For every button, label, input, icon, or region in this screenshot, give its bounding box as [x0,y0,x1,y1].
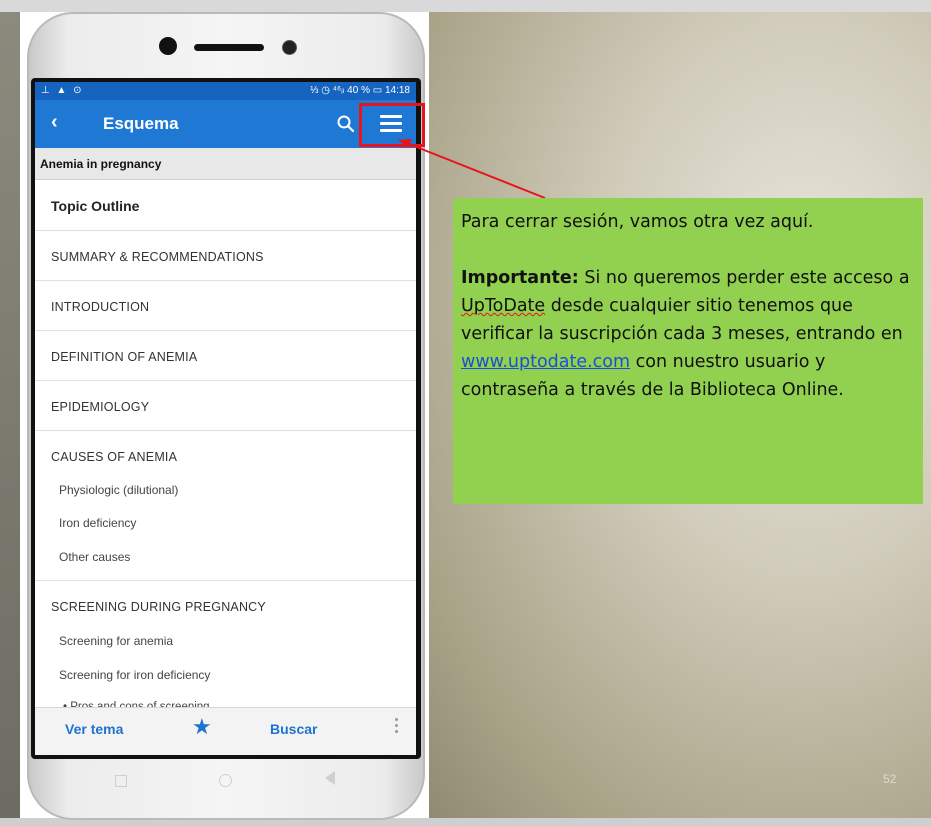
divider [35,580,416,581]
view-topic-button[interactable]: Ver tema [65,721,123,737]
recent-apps-icon[interactable] [115,775,127,787]
android-nav-bar [35,760,416,800]
instruction-callout: Para cerrar sesión, vamos otra vez aquí.… [453,198,923,504]
outline-subitem[interactable]: Screening for anemia [59,634,173,648]
outline-section-introduction[interactable]: INTRODUCTION [51,300,149,314]
brand-name: UpToDate [461,296,546,316]
divider [35,280,416,281]
topic-outline: Topic Outline SUMMARY & RECOMMENDATIONS … [35,180,416,713]
status-bar: ⊥ ▲ ⊙ ⅓ ◷ ⁴⁶ᵢₗ 40 % ▭ 14:18 [35,82,416,100]
callout-paragraph: Importante: Si no queremos perder este a… [461,264,915,404]
uptodate-link[interactable]: www.uptodate.com [461,352,630,372]
phone-earpiece [194,44,264,51]
outline-section-causes[interactable]: CAUSES OF ANEMIA [51,450,177,464]
home-icon[interactable] [219,774,232,787]
phone-screen: ⊥ ▲ ⊙ ⅓ ◷ ⁴⁶ᵢₗ 40 % ▭ 14:18 ‹ Esquema An… [35,82,416,755]
back-chevron-icon[interactable]: ‹ [51,111,58,134]
callout-text: Si no queremos perder este acceso a [578,268,910,288]
breadcrumb: Anemia in pregnancy [35,148,416,180]
status-icons-right: ⅓ ◷ ⁴⁶ᵢₗ 40 % ▭ 14:18 [310,85,410,96]
nav-back-icon[interactable] [325,771,335,785]
callout-bold-label: Importante: [461,268,579,288]
slide-left-strip [0,12,20,820]
star-icon[interactable]: ★ [192,714,212,740]
outline-section-definition[interactable]: DEFINITION OF ANEMIA [51,350,197,364]
callout-line-1: Para cerrar sesión, vamos otra vez aquí. [461,212,814,232]
menu-highlight-box [359,103,425,147]
topic-name: Anemia in pregnancy [40,157,162,171]
slide-top-strip [0,0,931,12]
divider [35,430,416,431]
front-camera [282,40,297,55]
outline-subitem[interactable]: Screening for iron deficiency [59,668,210,682]
outline-subitem[interactable]: Iron deficiency [59,516,136,530]
search-icon[interactable] [337,115,355,133]
divider [35,330,416,331]
divider [35,230,416,231]
outline-subitem[interactable]: Physiologic (dilutional) [59,483,178,497]
bottom-toolbar: Ver tema ★ Buscar [35,707,416,755]
slide-number: 52 [883,772,897,786]
outline-title: Topic Outline [51,198,140,214]
app-bar-title: Esquema [103,114,179,133]
outline-subitem[interactable]: Other causes [59,550,130,564]
proximity-sensor [159,37,177,55]
outline-section-epidemiology[interactable]: EPIDEMIOLOGY [51,400,149,414]
search-button[interactable]: Buscar [270,721,317,737]
status-icons-left: ⊥ ▲ ⊙ [41,85,84,96]
more-options-icon[interactable] [395,718,398,736]
outline-section-screening[interactable]: SCREENING DURING PREGNANCY [51,600,266,614]
divider [35,380,416,381]
outline-section-summary[interactable]: SUMMARY & RECOMMENDATIONS [51,250,264,264]
